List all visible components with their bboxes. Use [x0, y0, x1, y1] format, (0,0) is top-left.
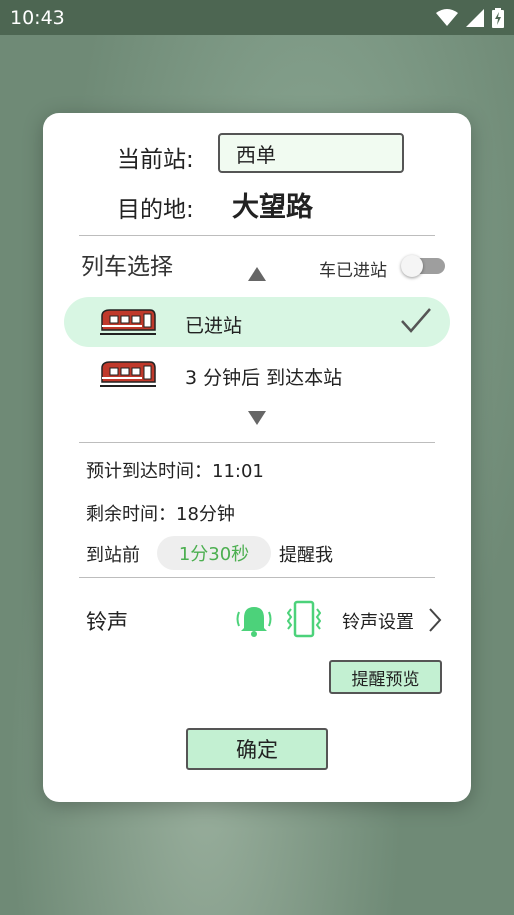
- remind-prefix-text: 到站前: [86, 545, 140, 566]
- remind-time-picker[interactable]: 1分30秒: [157, 536, 271, 570]
- train-status: 已进站: [185, 315, 243, 337]
- divider: [79, 235, 435, 236]
- scroll-down-arrow-icon[interactable]: [248, 411, 266, 425]
- train-option-1[interactable]: 已进站: [64, 297, 450, 347]
- check-icon: [401, 308, 431, 333]
- battery-charging-icon: [492, 7, 504, 28]
- preview-reminder-button[interactable]: 提醒预览: [329, 660, 442, 694]
- train-icon: [100, 361, 156, 387]
- signal-icon: [466, 8, 484, 27]
- remind-suffix-text: 提醒我: [279, 545, 333, 566]
- divider: [79, 577, 435, 578]
- status-icons: [436, 7, 504, 28]
- vibrate-icon[interactable]: [287, 600, 321, 638]
- status-bar: 10:43: [0, 0, 514, 35]
- ringtone-settings-link[interactable]: 铃声设置: [342, 608, 414, 634]
- train-status: 3 分钟后 到达本站: [185, 367, 343, 389]
- remaining-time-text: 剩余时间：18分钟: [86, 504, 235, 525]
- bell-icon[interactable]: [235, 602, 273, 638]
- train-arrived-toggle-label: 车已进站: [319, 261, 387, 281]
- arrival-reminder-dialog: 当前站: 目的地: 大望路 列车选择 车已进站 已进站: [43, 113, 471, 802]
- toggle-knob: [401, 255, 423, 277]
- chevron-right-icon[interactable]: [428, 607, 442, 633]
- train-arrived-toggle[interactable]: [401, 255, 445, 277]
- wifi-icon: [436, 8, 458, 26]
- ringtone-label: 铃声: [86, 610, 128, 634]
- current-station-input[interactable]: [218, 133, 404, 173]
- train-icon: [100, 309, 156, 335]
- train-section-title: 列车选择: [81, 254, 173, 280]
- scroll-up-arrow-icon[interactable]: [248, 267, 266, 281]
- train-option-2[interactable]: 3 分钟后 到达本站: [64, 349, 450, 399]
- destination-value: 大望路: [232, 192, 313, 223]
- current-station-label: 当前站:: [117, 147, 194, 173]
- divider: [79, 442, 435, 443]
- eta-text: 预计到达时间：11:01: [86, 461, 264, 482]
- destination-label: 目的地:: [117, 197, 194, 223]
- status-time: 10:43: [10, 6, 65, 29]
- confirm-button[interactable]: 确定: [186, 728, 328, 770]
